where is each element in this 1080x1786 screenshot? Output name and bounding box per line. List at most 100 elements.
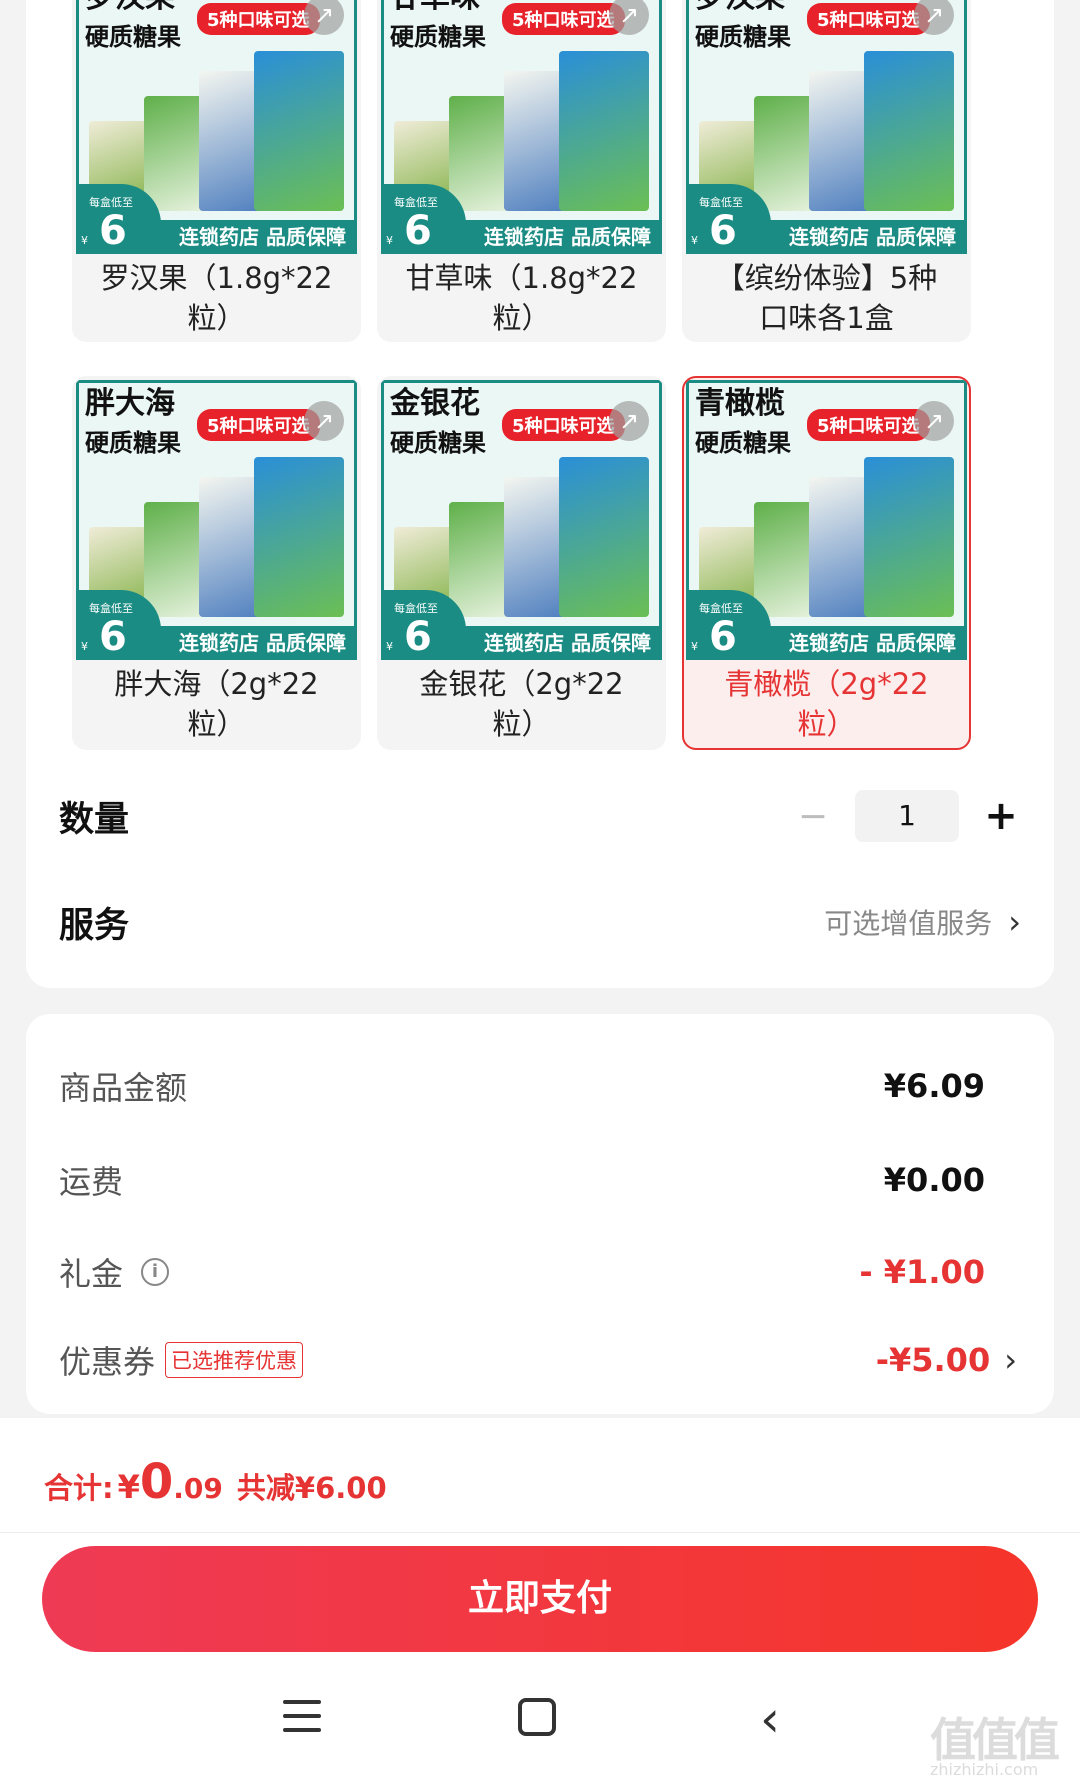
badge-currency: ¥ <box>691 640 698 653</box>
flavor-pill: 5种口味可选 <box>197 3 320 35</box>
goods-amount-value: ¥6.09 <box>883 1067 985 1105</box>
sku-image: 罗汉果硬质糖果5种口味可选↗连锁药店 品质保障每盒低至6¥ <box>76 0 357 254</box>
gift-row: 礼金 i - ¥1.00 <box>59 1244 1021 1300</box>
quantity-input[interactable]: 1 <box>855 790 959 842</box>
info-icon[interactable]: i <box>141 1258 170 1286</box>
price-badge: 每盒低至 6 ¥ <box>384 184 466 254</box>
total-label: 合计: <box>44 1471 114 1505</box>
total-integer: 0 <box>139 1454 174 1510</box>
system-nav-bar: ‹ <box>0 1680 1080 1760</box>
sku-image-title: 金银花 <box>390 386 480 421</box>
back-icon[interactable]: ‹ <box>760 1694 780 1744</box>
total-summary: 合计: ¥ 0 .09 共减¥6.00 <box>44 1454 387 1510</box>
sku-label: 胖大海（2g*22粒） <box>114 667 319 741</box>
sku-label: 罗汉果（1.8g*22粒） <box>100 261 333 335</box>
sku-option[interactable]: 胖大海 硬质糖果 5种口味可选 ↗ 连锁药店 品质保障 每盒低至 6 ¥ 胖大海（2g*22粒） <box>72 376 361 750</box>
badge-currency: ¥ <box>386 234 393 247</box>
gift-label-wrap: 礼金 i <box>59 1249 170 1295</box>
sku-image-title: 罗汉果 <box>695 0 785 15</box>
goods-amount-row: 商品金额 ¥6.09 <box>59 1058 1021 1114</box>
sku-image-title: 胖大海 <box>85 386 175 421</box>
coupon-row[interactable]: 优惠券 已选推荐优惠 -¥5.00 › <box>59 1332 1021 1388</box>
sku-option[interactable]: 金银花 硬质糖果 5种口味可选 ↗ 连锁药店 品质保障 每盒低至 6 ¥ 金银花（2g*22粒） <box>377 376 666 750</box>
chevron-right-icon: › <box>1008 903 1021 941</box>
flavor-pill: 5种口味可选 <box>502 3 625 35</box>
quantity-row: 数量 − 1 + <box>59 788 1021 844</box>
shipping-label: 运费 <box>59 1163 124 1201</box>
gift-value: - ¥1.00 <box>859 1253 985 1291</box>
sku-card: 罗汉果硬质糖果5种口味可选↗连锁药店 品质保障每盒低至6¥罗汉果（1.8g*22… <box>26 0 1054 988</box>
sku-image-subtitle: 硬质糖果 <box>85 429 181 457</box>
price-badge: 每盒低至 6 ¥ <box>689 184 771 254</box>
product-box <box>254 51 344 211</box>
expand-icon[interactable]: ↗ <box>914 401 954 441</box>
price-badge: 每盒低至 6 ¥ <box>384 590 466 660</box>
sku-image-subtitle: 硬质糖果 <box>695 23 791 51</box>
product-box <box>559 51 649 211</box>
expand-icon[interactable]: ↗ <box>609 0 649 35</box>
home-icon[interactable] <box>518 1698 556 1736</box>
flavor-pill: 5种口味可选 <box>197 409 320 441</box>
sku-image: 金银花 硬质糖果 5种口味可选 ↗ 连锁药店 品质保障 每盒低至 6 ¥ <box>381 380 662 660</box>
badge-currency: ¥ <box>691 234 698 247</box>
sku-label: 青橄榄（2g*22粒） <box>724 667 929 741</box>
badge-price: 6 <box>709 208 737 254</box>
service-row[interactable]: 服务 可选增值服务 › <box>59 894 1021 950</box>
coupon-tag: 已选推荐优惠 <box>165 1342 304 1378</box>
pay-now-button[interactable]: 立即支付 <box>42 1546 1038 1652</box>
sku-grid: 罗汉果硬质糖果5种口味可选↗连锁药店 品质保障每盒低至6¥罗汉果（1.8g*22… <box>72 0 1012 750</box>
flavor-pill: 5种口味可选 <box>807 3 930 35</box>
decrease-button[interactable]: − <box>793 796 833 837</box>
expand-icon[interactable]: ↗ <box>304 0 344 35</box>
coupon-value: -¥5.00 <box>875 1341 991 1379</box>
sku-image: 罗汉果硬质糖果5种口味可选↗连锁药店 品质保障每盒低至6¥ <box>686 0 967 254</box>
sku-image-subtitle: 硬质糖果 <box>695 429 791 457</box>
sku-image-subtitle: 硬质糖果 <box>85 23 181 51</box>
coupon-selector[interactable]: -¥5.00 › <box>876 1341 1021 1379</box>
sku-image: 胖大海 硬质糖果 5种口味可选 ↗ 连锁药店 品质保障 每盒低至 6 ¥ <box>76 380 357 660</box>
expand-icon[interactable]: ↗ <box>609 401 649 441</box>
sku-option[interactable]: 罗汉果硬质糖果5种口味可选↗连锁药店 品质保障每盒低至6¥罗汉果（1.8g*22… <box>72 0 361 342</box>
sku-image-title: 甘草味 <box>390 0 480 15</box>
badge-price: 6 <box>404 614 432 660</box>
product-box <box>559 457 649 617</box>
badge-price: 6 <box>404 208 432 254</box>
watermark-url: zhizhizhi.com <box>930 1760 1039 1779</box>
sku-option[interactable]: 甘草味硬质糖果5种口味可选↗连锁药店 品质保障每盒低至6¥甘草味（1.8g*22… <box>377 0 666 342</box>
sku-label: 金银花（2g*22粒） <box>419 667 624 741</box>
quantity-stepper: − 1 + <box>793 790 1021 842</box>
quantity-label: 数量 <box>59 799 130 840</box>
sku-image-subtitle: 硬质糖果 <box>390 23 486 51</box>
product-box <box>864 51 954 211</box>
sku-image-subtitle: 硬质糖果 <box>390 429 486 457</box>
coupon-label: 优惠券 <box>59 1343 156 1381</box>
sku-image-title: 罗汉果 <box>85 0 175 15</box>
service-label: 服务 <box>59 905 130 946</box>
divider <box>0 1532 1080 1533</box>
sku-image: 青橄榄 硬质糖果 5种口味可选 ↗ 连锁药店 品质保障 每盒低至 6 ¥ <box>686 380 967 660</box>
price-badge: 每盒低至 6 ¥ <box>689 590 771 660</box>
total-saved: 共减¥6.00 <box>236 1471 387 1505</box>
menu-icon[interactable] <box>283 1700 321 1734</box>
expand-icon[interactable]: ↗ <box>914 0 954 35</box>
price-badge: 每盒低至 6 ¥ <box>79 184 161 254</box>
shipping-value: ¥0.00 <box>883 1161 985 1199</box>
shipping-row: 运费 ¥0.00 <box>59 1152 1021 1208</box>
sku-option[interactable]: 青橄榄 硬质糖果 5种口味可选 ↗ 连锁药店 品质保障 每盒低至 6 ¥ 青橄榄（2g*22粒） <box>682 376 971 750</box>
product-box <box>864 457 954 617</box>
badge-currency: ¥ <box>386 640 393 653</box>
price-badge: 每盒低至 6 ¥ <box>79 590 161 660</box>
product-box <box>254 457 344 617</box>
flavor-pill: 5种口味可选 <box>807 409 930 441</box>
flavor-pill: 5种口味可选 <box>502 409 625 441</box>
goods-amount-label: 商品金额 <box>59 1069 188 1107</box>
sku-option[interactable]: 罗汉果硬质糖果5种口味可选↗连锁药店 品质保障每盒低至6¥【缤纷体验】5种口味各… <box>682 0 971 342</box>
service-selector[interactable]: 可选增值服务 › <box>824 902 1021 942</box>
service-value: 可选增值服务 <box>824 907 993 940</box>
price-card: 商品金额 ¥6.09 运费 ¥0.00 礼金 i - ¥1.00 优惠券 已选推… <box>26 1014 1054 1414</box>
chevron-right-icon: › <box>1004 1341 1017 1379</box>
sku-image-title: 青橄榄 <box>695 386 785 421</box>
increase-button[interactable]: + <box>981 793 1021 839</box>
sku-label: 甘草味（1.8g*22粒） <box>405 261 638 335</box>
expand-icon[interactable]: ↗ <box>304 401 344 441</box>
